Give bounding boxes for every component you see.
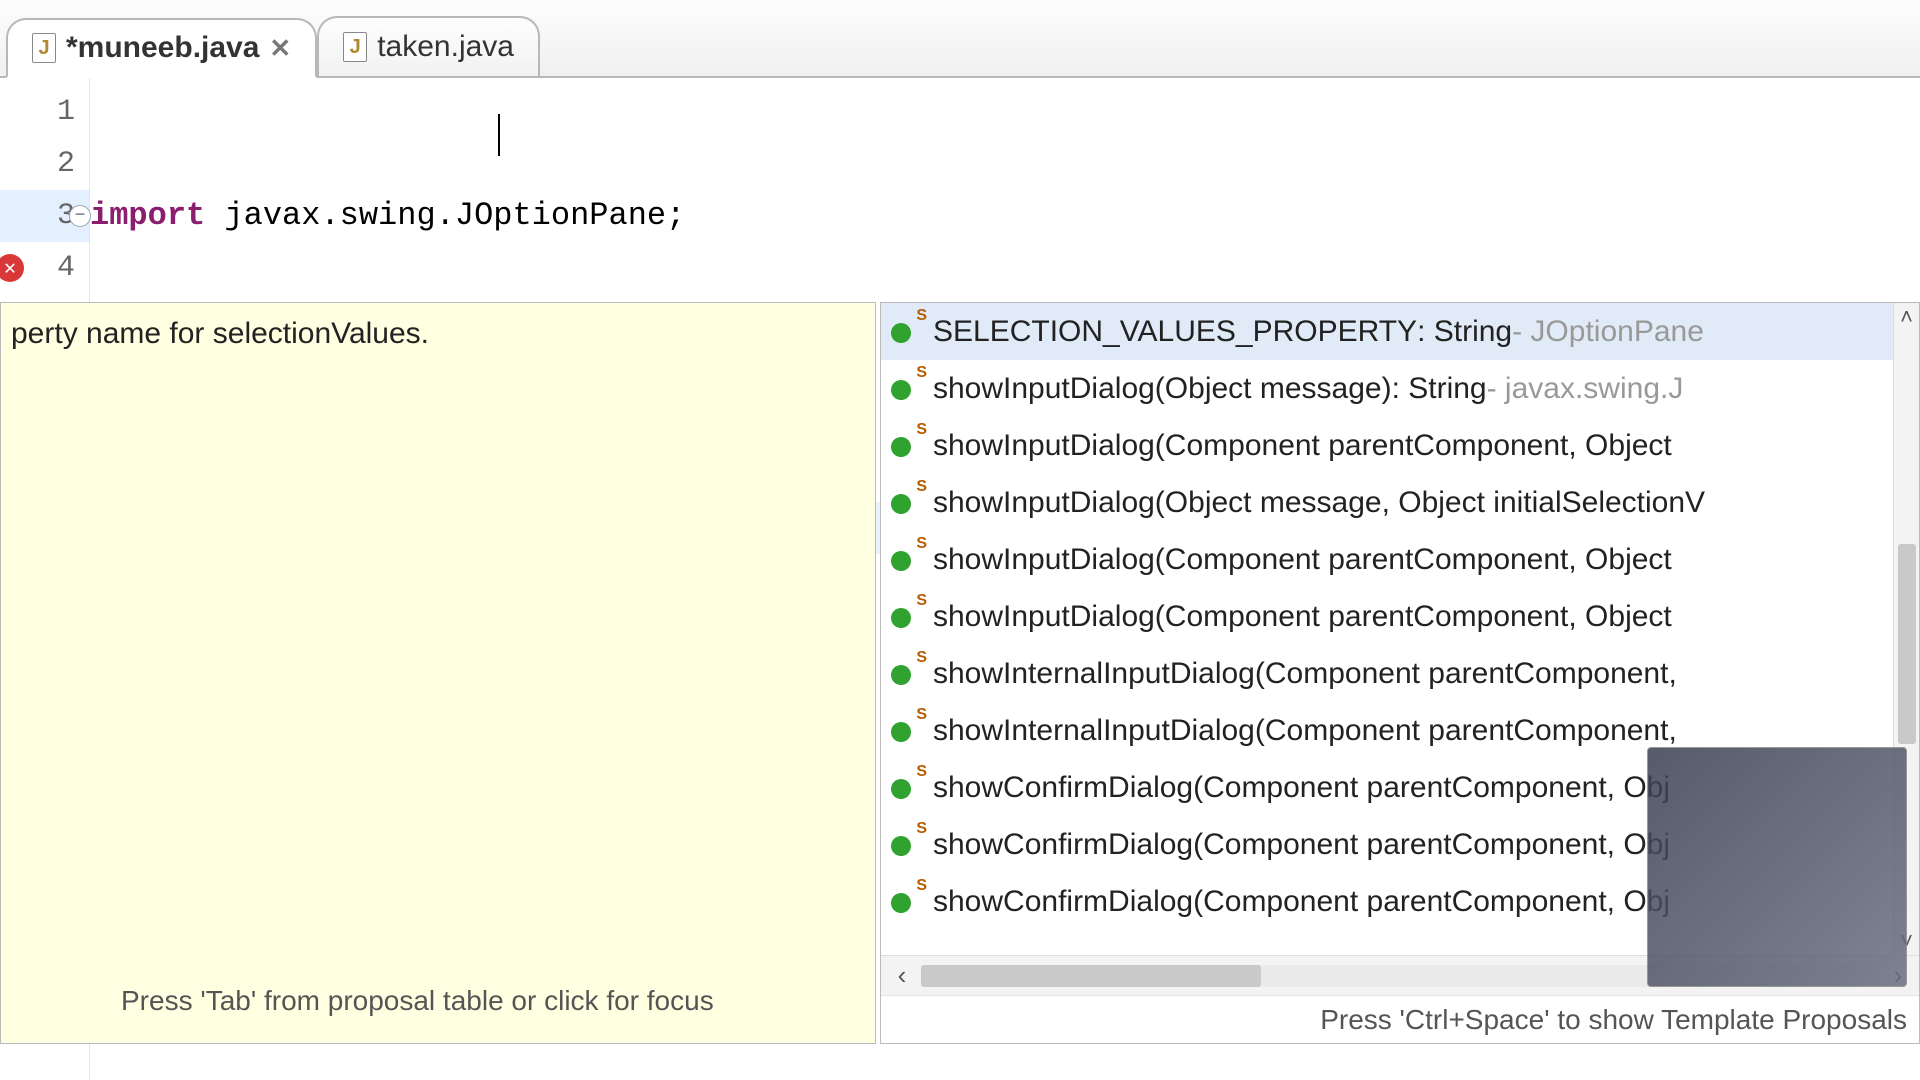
autocomplete-item[interactable]: S showInputDialog(Component parentCompon… — [881, 588, 1919, 645]
method-icon: S — [891, 659, 921, 689]
scroll-left-icon[interactable]: ‹ — [887, 960, 917, 991]
method-icon: S — [891, 887, 921, 917]
method-icon: S — [891, 317, 921, 347]
autocomplete-item[interactable]: S SELECTION_VALUES_PROPERTY : String - J… — [881, 303, 1919, 360]
method-icon: S — [891, 545, 921, 575]
line-number-text: 2 — [57, 147, 75, 181]
scroll-thumb[interactable] — [921, 965, 1261, 987]
autocomplete-item[interactable]: S showInputDialog(Component parentCompon… — [881, 417, 1919, 474]
item-package: - JOptionPane — [1512, 315, 1704, 349]
item-return: : String — [1392, 372, 1487, 406]
line-number: 3 − — [0, 190, 89, 242]
mouse-ibeam-cursor — [498, 114, 500, 156]
fold-collapse-icon[interactable]: − — [69, 205, 91, 227]
method-icon: S — [891, 431, 921, 461]
method-icon: S — [891, 716, 921, 746]
close-icon[interactable]: ✕ — [269, 33, 291, 64]
method-icon: S — [891, 602, 921, 632]
item-main: SELECTION_VALUES_PROPERTY — [933, 315, 1417, 349]
keyword: import — [90, 190, 205, 242]
item-main: showInputDialog(Component parentComponen… — [933, 429, 1672, 463]
method-icon: S — [891, 830, 921, 860]
hint-text: Press 'Ctrl+Space' to show Template Prop… — [1320, 1004, 1907, 1036]
line-number-text: 1 — [57, 95, 75, 129]
item-main: showInputDialog(Object message) — [933, 372, 1392, 406]
autocomplete-item[interactable]: S showInputDialog(Object message, Object… — [881, 474, 1919, 531]
item-main: showInternalInputDialog(Component parent… — [933, 714, 1677, 748]
item-main: showConfirmDialog(Component parentCompon… — [933, 885, 1670, 919]
ide-window: J *muneeb.java ✕ J taken.java 1 2 3 − ✕ … — [0, 0, 1920, 1080]
scroll-up-icon[interactable]: ˄ — [1900, 303, 1913, 331]
tab-label: *muneeb.java — [66, 31, 259, 65]
tab-label: taken.java — [377, 30, 514, 64]
method-icon: S — [891, 488, 921, 518]
item-main: showConfirmDialog(Component parentCompon… — [933, 828, 1670, 862]
error-icon[interactable]: ✕ — [0, 254, 24, 282]
java-file-icon: J — [343, 32, 367, 62]
item-main: showConfirmDialog(Component parentCompon… — [933, 771, 1670, 805]
item-package: - javax.swing.J — [1487, 372, 1684, 406]
line-number: 1 — [0, 86, 89, 138]
code-text: javax.swing.JOptionPane; — [205, 190, 685, 242]
javadoc-popup[interactable]: perty name for selectionValues. Press 'T… — [0, 302, 876, 1044]
autocomplete-item[interactable]: S showInputDialog(Object message) : Stri… — [881, 360, 1919, 417]
autocomplete-hint: Press 'Ctrl+Space' to show Template Prop… — [881, 995, 1919, 1043]
scroll-thumb[interactable] — [1898, 544, 1916, 744]
javadoc-text: perty name for selectionValues. — [11, 317, 865, 351]
line-number-text: 4 — [57, 251, 75, 285]
item-main: showInputDialog(Object message, Object i… — [933, 486, 1705, 520]
line-number: 2 — [0, 138, 89, 190]
javadoc-hint: Press 'Tab' from proposal table or click… — [11, 985, 865, 1029]
editor-tabbar: J *muneeb.java ✕ J taken.java — [0, 0, 1920, 78]
tab-muneeb[interactable]: J *muneeb.java ✕ — [6, 18, 317, 78]
tab-taken[interactable]: J taken.java — [317, 16, 540, 76]
method-icon: S — [891, 374, 921, 404]
java-file-icon: J — [32, 33, 56, 63]
method-icon: S — [891, 773, 921, 803]
item-main: showInternalInputDialog(Component parent… — [933, 657, 1677, 691]
autocomplete-item[interactable]: S showInternalInputDialog(Component pare… — [881, 645, 1919, 702]
code-line[interactable]: import javax.swing.JOptionPane; — [90, 190, 1920, 242]
autocomplete-popup[interactable]: S SELECTION_VALUES_PROPERTY : String - J… — [880, 302, 1920, 1044]
item-return: : String — [1417, 315, 1512, 349]
overlay-thumbnail — [1647, 747, 1907, 987]
autocomplete-item[interactable]: S showInputDialog(Component parentCompon… — [881, 531, 1919, 588]
line-number: ✕ 4 — [0, 242, 89, 294]
item-main: showInputDialog(Component parentComponen… — [933, 600, 1672, 634]
item-main: showInputDialog(Component parentComponen… — [933, 543, 1672, 577]
